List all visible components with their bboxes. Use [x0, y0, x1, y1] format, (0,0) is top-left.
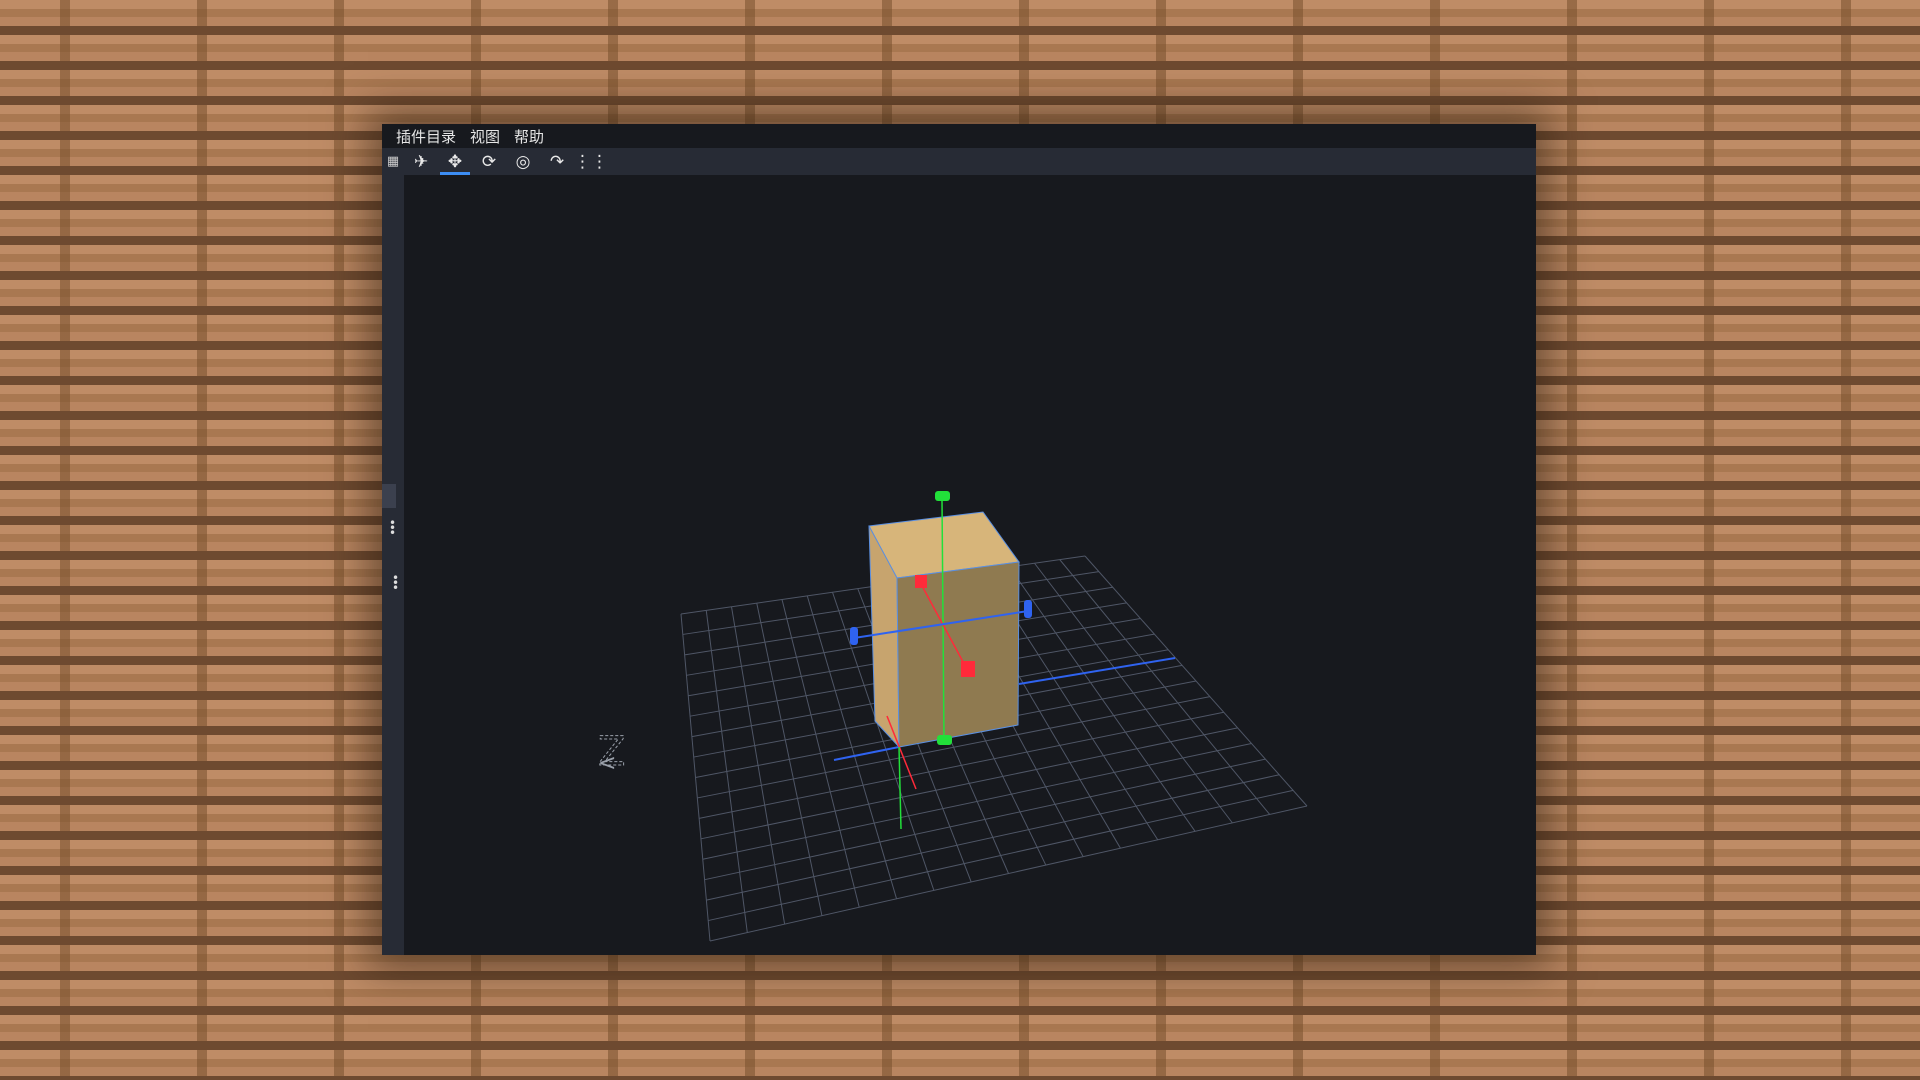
- gizmo-handle-z[interactable]: [850, 627, 858, 645]
- gizmo-handle-x[interactable]: [961, 661, 975, 677]
- grid-line: [1059, 559, 1271, 815]
- grid-line: [1034, 562, 1233, 824]
- viewport-3d[interactable]: Z <: [0, 0, 1920, 1080]
- gizmo-handle-z[interactable]: [1024, 600, 1032, 618]
- grid-line: [708, 789, 1294, 922]
- axis-arrow-icon: <: [598, 751, 616, 776]
- grid-line: [709, 805, 1308, 942]
- grid-line: [1084, 555, 1308, 807]
- gizmo-handle-x[interactable]: [915, 575, 927, 588]
- grid-line: [706, 774, 1280, 901]
- y-axis-line: [898, 746, 902, 830]
- cube-front-face: [896, 561, 1020, 748]
- gizmo-handle-y[interactable]: [935, 491, 950, 501]
- gizmo-handle-y[interactable]: [937, 735, 952, 745]
- grid-line: [704, 758, 1266, 881]
